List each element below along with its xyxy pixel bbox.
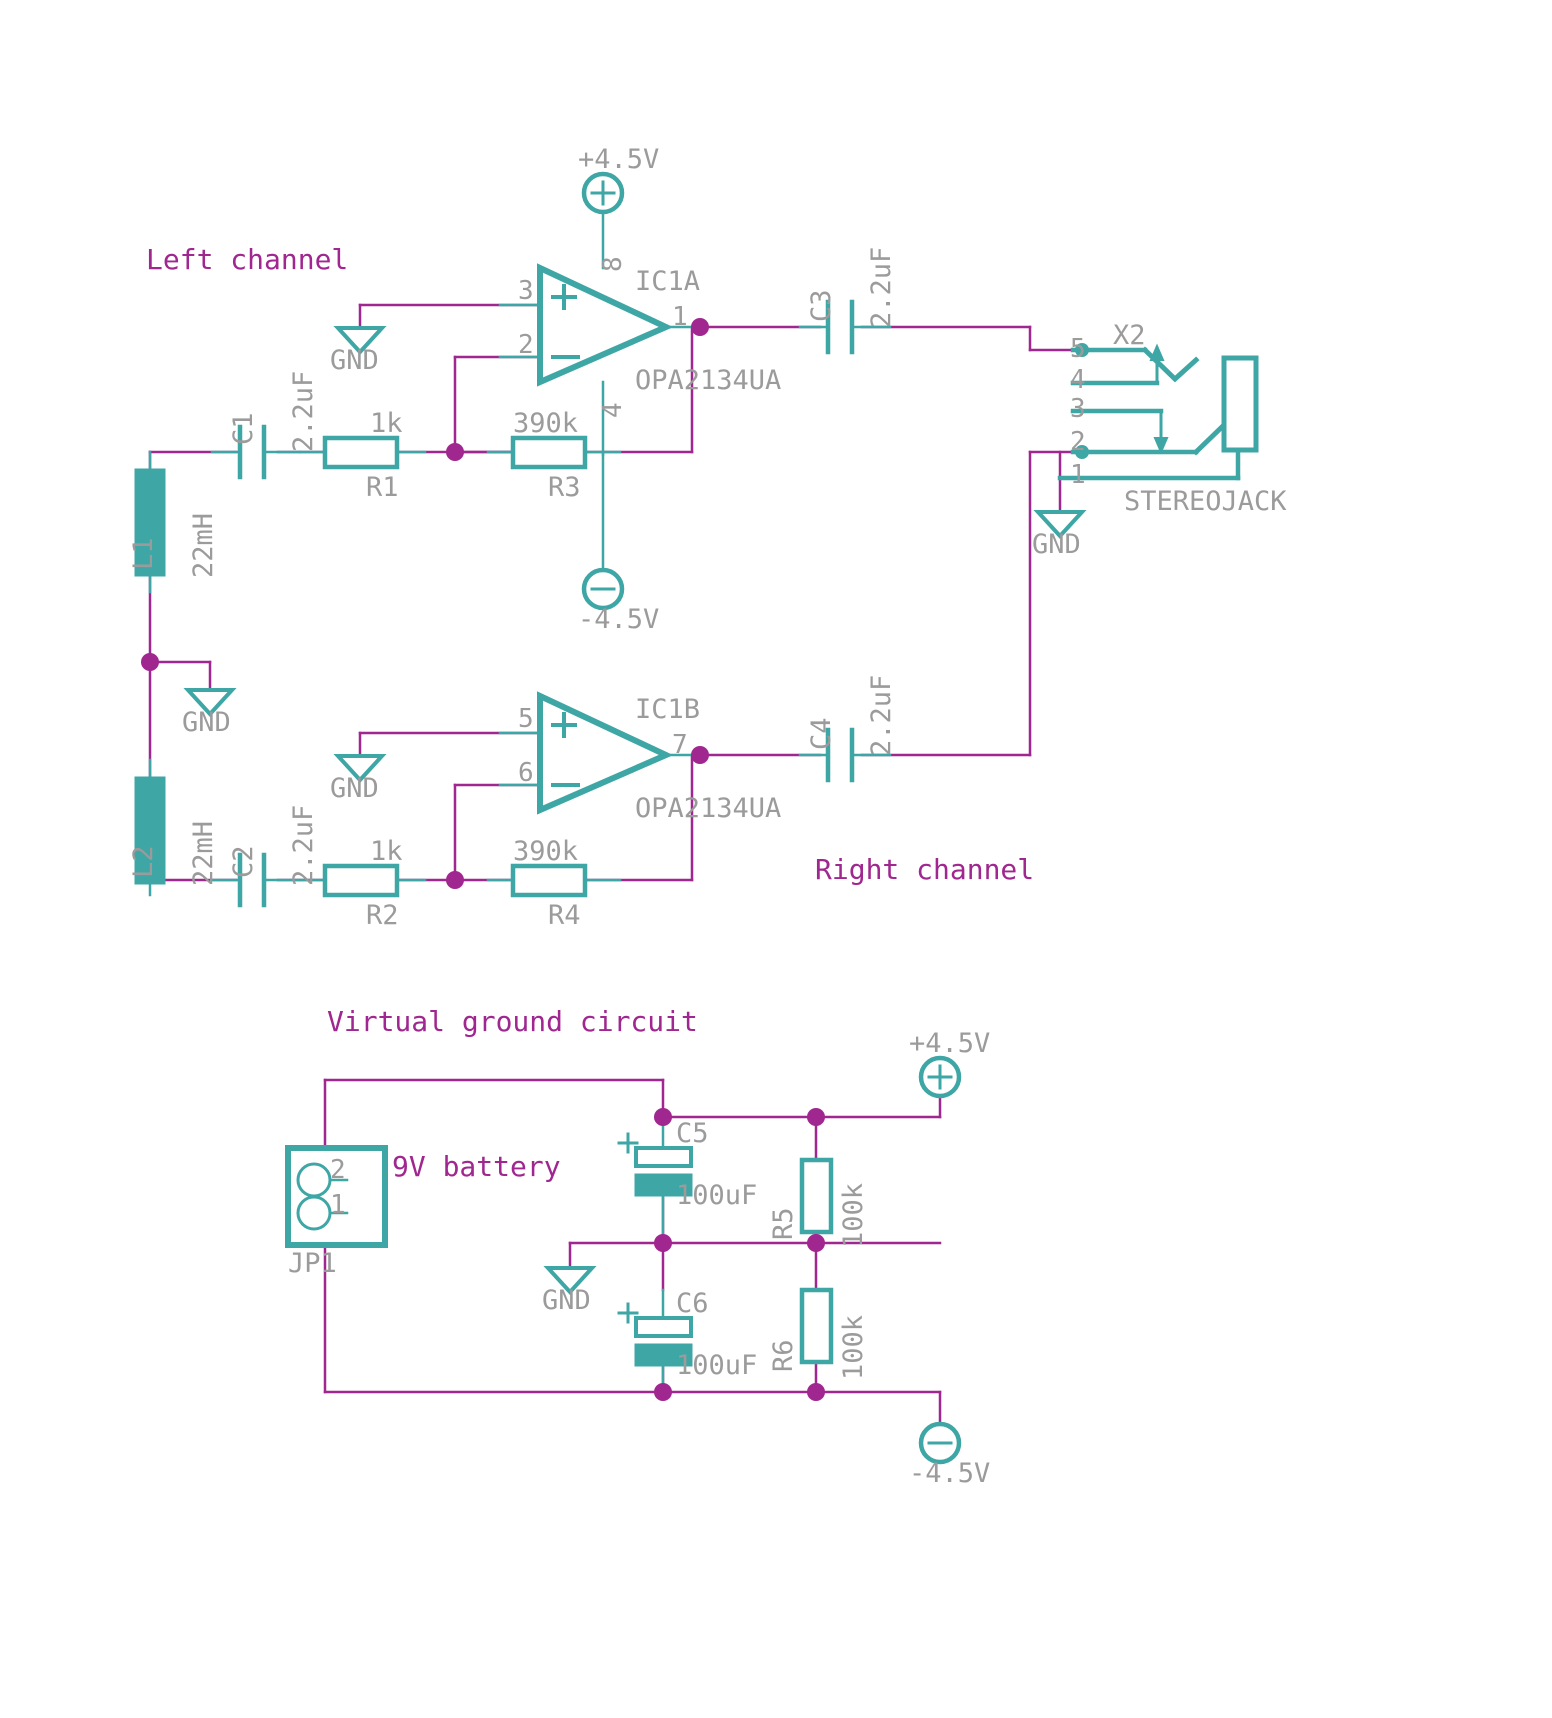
pin-x2-5: 5 (1070, 334, 1086, 364)
label-r6-ref: R6 (768, 1339, 799, 1372)
inductor-l1[interactable] (134, 450, 166, 594)
power-symbol-vplus-1[interactable] (581, 171, 625, 215)
label-gnd-3: GND (330, 773, 379, 804)
pin-ic1b-6: 6 (518, 758, 534, 788)
resistor-r5[interactable] (799, 1157, 834, 1235)
label-gnd-4: GND (1032, 529, 1081, 560)
resistor-r4[interactable] (486, 863, 622, 898)
connector-x2-stereojack[interactable] (1057, 343, 1259, 481)
label-x2-value: STEREOJACK (1124, 486, 1287, 517)
label-vminus-top: -4.5V (578, 604, 660, 635)
label-r3-ref: R3 (548, 472, 581, 503)
label-r2-value: 1k (370, 836, 403, 867)
label-l2-value: 22mH (188, 820, 219, 886)
label-ic1b-value: OPA2134UA (635, 793, 782, 824)
label-r2-ref: R2 (366, 900, 399, 931)
label-r5-ref: R5 (768, 1207, 799, 1240)
label-jp1-ref: JP1 (288, 1248, 337, 1279)
label-r1-ref: R1 (366, 472, 399, 503)
note-right-channel: Right channel (815, 853, 1035, 886)
label-c2-value: 2.2uF (288, 804, 319, 886)
label-r6-value: 100k (838, 1314, 869, 1380)
pin-x2-4: 4 (1070, 365, 1086, 395)
label-vplus-top: +4.5V (578, 144, 660, 175)
label-l1-value: 22mH (188, 512, 219, 578)
label-gnd-2: GND (182, 707, 231, 738)
label-r4-value: 390k (513, 836, 579, 867)
pin-ic1a-4: 4 (598, 402, 628, 418)
label-vminus-vg: -4.5V (909, 1458, 991, 1489)
label-c1-ref: C1 (228, 412, 259, 445)
pin-x2-3: 3 (1070, 394, 1086, 424)
label-c2-ref: C2 (228, 845, 259, 878)
resistor-r3[interactable] (486, 435, 622, 470)
label-l2-ref: L2 (128, 845, 159, 878)
label-c5-value: 100uF (676, 1180, 758, 1211)
label-l1-ref: L1 (128, 537, 159, 570)
label-c3-ref: C3 (806, 289, 837, 322)
pin-ic1a-8: 8 (598, 256, 628, 272)
note-left-channel: Left channel (146, 243, 349, 276)
pin-jp1-1: 1 (330, 1190, 346, 1220)
pin-x2-2: 2 (1070, 427, 1086, 457)
label-gnd-1: GND (330, 345, 379, 376)
label-c6-ref: C6 (676, 1288, 709, 1319)
label-c1-value: 2.2uF (288, 370, 319, 452)
pin-x2-1: 1 (1070, 460, 1086, 490)
label-ic1b-ref: IC1B (635, 694, 701, 725)
label-r3-value: 390k (513, 408, 579, 439)
label-x2-ref: X2 (1113, 320, 1146, 351)
note-virtual-ground: Virtual ground circuit (327, 1005, 698, 1038)
resistor-r6[interactable] (799, 1287, 834, 1365)
power-symbol-vplus-2[interactable] (918, 1055, 962, 1099)
pin-ic1b-7: 7 (672, 730, 688, 760)
label-gnd-5: GND (542, 1285, 591, 1316)
label-r4-ref: R4 (548, 900, 581, 931)
pin-ic1b-5: 5 (518, 704, 534, 734)
pin-ic1a-3: 3 (518, 276, 534, 306)
label-r5-value: 100k (838, 1182, 869, 1248)
label-ic1a-value: OPA2134UA (635, 365, 782, 396)
note-9v-battery: 9V battery (392, 1150, 561, 1183)
pin-ic1a-2: 2 (518, 330, 534, 360)
label-vplus-vg: +4.5V (909, 1028, 991, 1059)
pin-jp1-2: 2 (330, 1155, 346, 1185)
label-c5-ref: C5 (676, 1118, 709, 1149)
label-ic1a-ref: IC1A (635, 266, 701, 297)
pin-ic1a-1: 1 (672, 302, 688, 332)
label-r1-value: 1k (370, 408, 403, 439)
power-symbol-vminus-1[interactable] (581, 567, 625, 611)
label-c4-value: 2.2uF (866, 674, 897, 756)
label-c6-value: 100uF (676, 1350, 758, 1381)
power-symbol-vminus-2[interactable] (918, 1421, 962, 1465)
label-c4-ref: C4 (806, 717, 837, 750)
label-c3-value: 2.2uF (866, 246, 897, 328)
